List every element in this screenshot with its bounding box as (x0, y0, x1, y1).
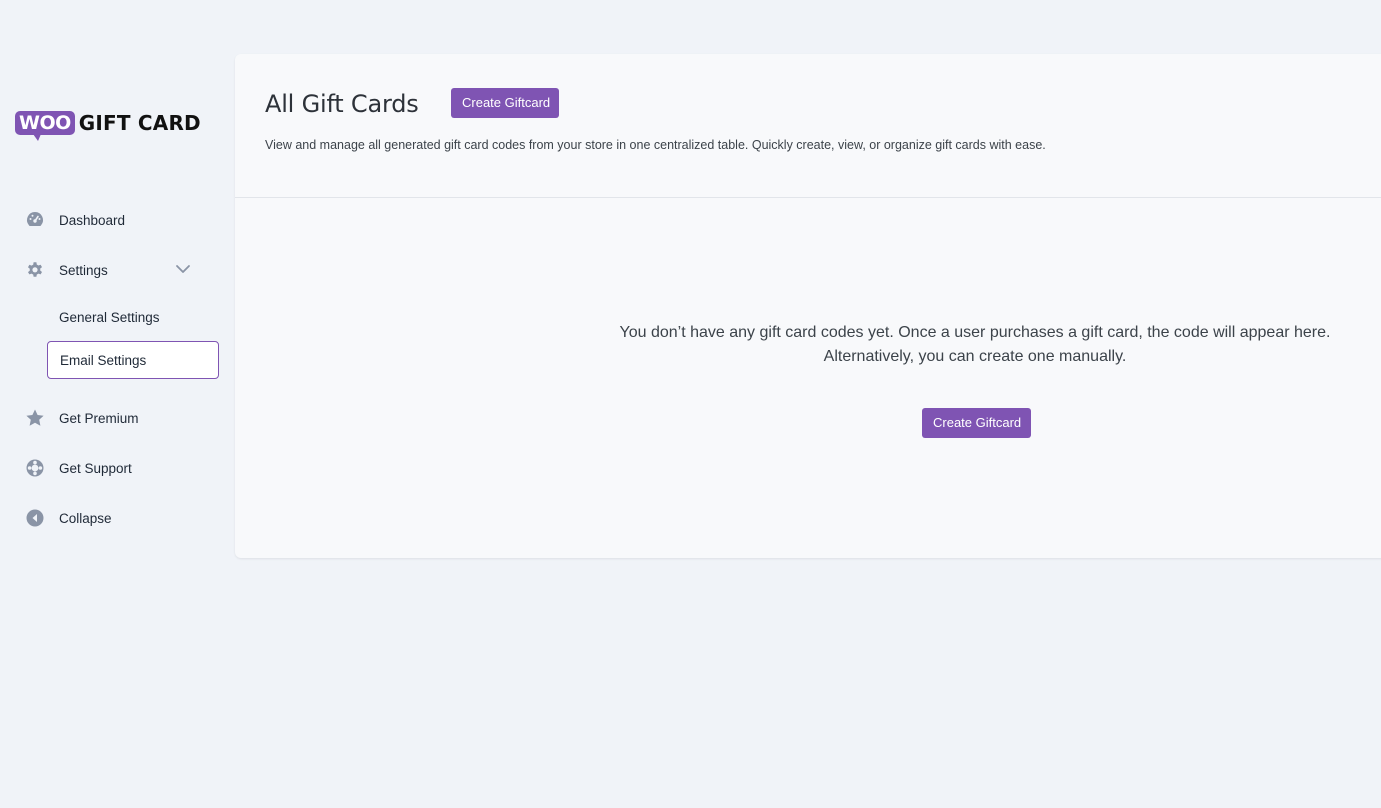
sidebar-subitem-label: General Settings (59, 309, 160, 325)
sidebar-item-get-support[interactable]: Get Support (24, 454, 132, 482)
sidebar-item-dashboard[interactable]: Dashboard (24, 206, 125, 234)
gift-cards-panel: All Gift Cards Create Giftcard View and … (235, 54, 1381, 558)
sidebar-item-get-premium[interactable]: Get Premium (24, 404, 139, 432)
gear-icon (24, 259, 46, 281)
collapse-icon (24, 507, 46, 529)
sidebar-item-label: Get Support (59, 460, 132, 476)
brand-logo[interactable]: WOO GIFT CARD (15, 111, 201, 141)
sidebar-item-label: Collapse (59, 510, 112, 526)
empty-state-line: You don’t have any gift card codes yet. … (619, 324, 1331, 341)
sidebar-item-settings[interactable]: Settings (24, 256, 194, 284)
sidebar-subitem-general-settings[interactable]: General Settings (47, 298, 219, 336)
support-icon (24, 457, 46, 479)
panel-header: All Gift Cards Create Giftcard View and … (235, 54, 1381, 198)
sidebar-subitem-label: Email Settings (60, 352, 147, 368)
empty-state-line: Alternatively, you can create one manual… (823, 348, 1127, 365)
page-description: View and manage all generated gift card … (265, 138, 1046, 152)
sidebar-item-label: Dashboard (59, 212, 126, 228)
sidebar-item-collapse[interactable]: Collapse (24, 504, 112, 532)
page-title: All Gift Cards (265, 90, 419, 118)
sidebar-item-label: Settings (59, 262, 108, 278)
woo-badge: WOO (15, 111, 75, 141)
sidebar-item-label: Get Premium (59, 410, 139, 426)
sidebar: WOO GIFT CARD Dashboard Settings General… (0, 0, 235, 808)
sidebar-subitem-email-settings[interactable]: Email Settings (47, 341, 219, 379)
create-giftcard-button[interactable]: Create Giftcard (451, 88, 559, 118)
star-icon (24, 407, 46, 429)
empty-create-giftcard-button[interactable]: Create Giftcard (922, 408, 1031, 438)
dashboard-icon (24, 209, 46, 231)
chevron-down-icon[interactable] (174, 260, 192, 278)
brand-name: GIFT CARD (78, 111, 201, 135)
